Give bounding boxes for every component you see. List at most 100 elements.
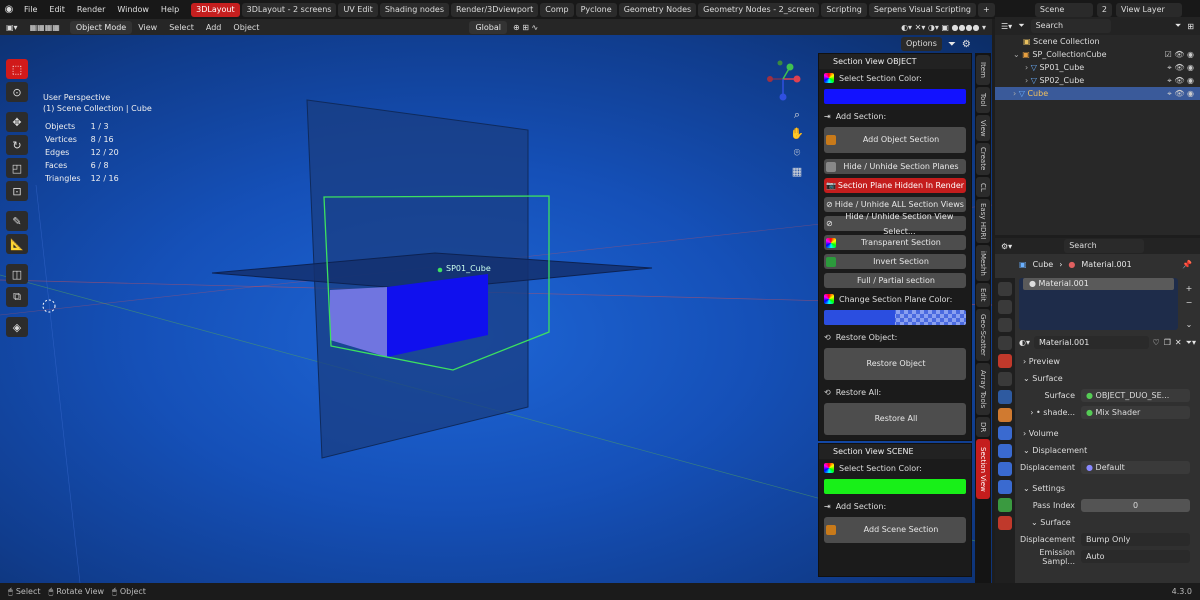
section-surface[interactable]: ⌄ Surface bbox=[1017, 370, 1200, 387]
menu-window[interactable]: Window bbox=[111, 5, 155, 14]
workspace-tab-geometry-nodes-2[interactable]: Geometry Nodes - 2_screen bbox=[698, 2, 820, 17]
orientation-dropdown[interactable]: Global bbox=[469, 20, 507, 34]
editor-type-icon[interactable]: ▣▾ bbox=[0, 23, 24, 32]
plane-hidden-render-button[interactable]: 📷 Section Plane Hidden In Render bbox=[824, 178, 966, 193]
shader-menu-icon[interactable]: ⏷▾ bbox=[1186, 338, 1196, 348]
tab-dr[interactable]: DR bbox=[976, 417, 990, 437]
add-slot-button[interactable]: + bbox=[1182, 282, 1196, 296]
editor-type-icon[interactable]: ☰▾ bbox=[1001, 22, 1012, 31]
visibility-icons[interactable]: ⌖ 👁 ◉ bbox=[1167, 87, 1194, 100]
filter-icon[interactable]: ⏷ bbox=[1018, 21, 1024, 31]
pivot-snap-icons[interactable]: ⊕ ⊞ ∿ bbox=[507, 23, 544, 32]
menu-object[interactable]: Object bbox=[227, 23, 265, 32]
outliner-search[interactable]: Search bbox=[1030, 19, 1111, 33]
section-settings[interactable]: ⌄ Settings bbox=[1017, 480, 1200, 497]
tab-section-view[interactable]: Section View bbox=[976, 439, 990, 499]
pan-hand-icon[interactable]: ✋ bbox=[789, 124, 805, 143]
workspace-add-button[interactable]: + bbox=[977, 2, 995, 17]
tab-create[interactable]: Create bbox=[976, 143, 990, 175]
material-tab-icon[interactable] bbox=[998, 516, 1012, 530]
section-settings-surface[interactable]: ⌄ Surface bbox=[1017, 514, 1200, 531]
constraints-tab-icon[interactable] bbox=[998, 480, 1012, 494]
section-preview[interactable]: › Preview bbox=[1017, 353, 1200, 370]
zoom-icon[interactable]: ⌕ bbox=[789, 105, 805, 124]
workspace-tab-serpens[interactable]: Serpens Visual Scripting bbox=[868, 2, 976, 17]
tab-view[interactable]: View bbox=[976, 115, 990, 141]
cursor-icon[interactable]: ⊙ bbox=[6, 82, 28, 102]
section-volume[interactable]: › Volume bbox=[1017, 425, 1200, 442]
full-partial-button[interactable]: Full / Partial section bbox=[824, 273, 966, 288]
tab-easy-hdri[interactable]: Easy HDRI bbox=[976, 199, 990, 243]
filter-icon[interactable]: ⏷ bbox=[948, 39, 956, 50]
panel-title[interactable]: Section View SCENE bbox=[819, 444, 971, 459]
menu-view[interactable]: View bbox=[132, 23, 163, 32]
workspace-tab-shading-nodes[interactable]: Shading nodes bbox=[379, 2, 449, 17]
particles-tab-icon[interactable] bbox=[998, 444, 1012, 458]
section-displacement[interactable]: ⌄ Displacement bbox=[1017, 442, 1200, 459]
displacement-field[interactable]: ● Default bbox=[1081, 461, 1190, 474]
add-cube-icon[interactable]: ◫ bbox=[6, 264, 28, 284]
menu-select[interactable]: Select bbox=[163, 23, 200, 32]
invert-section-button[interactable]: Invert Section bbox=[824, 254, 966, 269]
add-scene-section-button[interactable]: Add Scene Section bbox=[824, 517, 966, 543]
scale-icon[interactable]: ◰ bbox=[6, 158, 28, 178]
unlink-icon[interactable]: ✕ bbox=[1175, 338, 1182, 347]
restore-object-button[interactable]: Restore Object bbox=[824, 348, 966, 380]
fake-user-icon[interactable]: ♡ bbox=[1153, 338, 1160, 347]
editor-type-icon[interactable]: ⚙▾ bbox=[1001, 242, 1012, 251]
overlay-gizmo-icons[interactable]: ◐▾ ✕▾ ◑▾ ▣ ●●●● ▾ bbox=[895, 23, 992, 32]
outliner-root[interactable]: ▣ Scene Collection bbox=[995, 35, 1200, 48]
workspace-tab-uv-edit[interactable]: UV Edit bbox=[338, 2, 378, 17]
material-slot[interactable]: ● Material.001 bbox=[1023, 278, 1174, 290]
measure-icon[interactable]: 📐 bbox=[6, 234, 28, 254]
annotate-icon[interactable]: ✎ bbox=[6, 211, 28, 231]
slot-menu-icon[interactable]: ⌄ bbox=[1182, 318, 1196, 332]
blender-logo-icon[interactable]: ◉ bbox=[0, 0, 18, 19]
outliner-item[interactable]: ⌄ ▣ SP_CollectionCube ☑ 👁 ◉ bbox=[995, 48, 1200, 61]
visibility-icons[interactable]: ⌖ 👁 ◉ bbox=[1167, 74, 1194, 87]
hide-planes-button[interactable]: Hide / Unhide Section Planes bbox=[824, 159, 966, 174]
scene-field[interactable]: Scene bbox=[1034, 2, 1093, 17]
remove-slot-button[interactable]: − bbox=[1182, 296, 1196, 310]
panel-title[interactable]: Section View OBJECT bbox=[819, 54, 971, 69]
tab-imeshh[interactable]: iMeshh bbox=[976, 245, 990, 281]
workspace-tab-scripting[interactable]: Scripting bbox=[821, 2, 867, 17]
properties-search[interactable]: Search bbox=[1064, 239, 1145, 253]
tab-item[interactable]: Item bbox=[976, 55, 990, 85]
add-collection-icon[interactable]: ⊞ bbox=[1187, 22, 1194, 31]
rotate-icon[interactable]: ↻ bbox=[6, 135, 28, 155]
outliner-item[interactable]: › ▽ SP02_Cube ⌖ 👁 ◉ bbox=[995, 74, 1200, 87]
transform-icon[interactable]: ⊡ bbox=[6, 181, 28, 201]
object-tab-icon[interactable] bbox=[998, 408, 1012, 422]
menu-render[interactable]: Render bbox=[71, 5, 111, 14]
duplicate-icon[interactable]: ❐ bbox=[1164, 338, 1171, 347]
workspace-tab-pyclone[interactable]: Pyclone bbox=[575, 2, 617, 17]
camera-icon[interactable]: ⌾ bbox=[789, 143, 805, 162]
menu-edit[interactable]: Edit bbox=[43, 5, 71, 14]
disp-method-dropdown[interactable]: Bump Only bbox=[1081, 533, 1190, 546]
tab-tool[interactable]: Tool bbox=[976, 87, 990, 113]
material-browse-icon[interactable]: ◐▾ bbox=[1019, 338, 1030, 347]
material-slot-list[interactable]: ● Material.001 bbox=[1019, 278, 1178, 330]
world-tab-icon[interactable] bbox=[998, 372, 1012, 386]
material-name-field[interactable]: Material.001 bbox=[1034, 336, 1149, 349]
visibility-icons[interactable]: ☑ 👁 ◉ bbox=[1165, 48, 1194, 61]
surface-field[interactable]: ● OBJECT_DUO_SE... bbox=[1081, 389, 1190, 402]
shader-field[interactable]: ● Mix Shader bbox=[1081, 406, 1190, 419]
physics-tab-icon[interactable] bbox=[998, 462, 1012, 476]
workspace-tab-3dlayout-2[interactable]: 3DLayout - 2 screens bbox=[241, 2, 337, 17]
collection-tab-icon[interactable] bbox=[998, 390, 1012, 404]
custom-tool-icon[interactable]: ◈ bbox=[6, 317, 28, 337]
pass-index-field[interactable]: 0 bbox=[1081, 499, 1190, 512]
output-tab-icon[interactable] bbox=[998, 318, 1012, 332]
outliner-item[interactable]: › ▽ SP01_Cube ⌖ 👁 ◉ bbox=[995, 61, 1200, 74]
visibility-icons[interactable]: ⌖ 👁 ◉ bbox=[1167, 61, 1194, 74]
hide-selected-button[interactable]: ⊘ Hide / Unhide Section View Select... bbox=[824, 212, 966, 236]
add-object-section-button[interactable]: Add Object Section bbox=[824, 127, 966, 153]
select-mode-icons[interactable]: ▦▦▦▦ bbox=[24, 23, 66, 32]
data-tab-icon[interactable] bbox=[998, 498, 1012, 512]
tab-array-tools[interactable]: Array Tools bbox=[976, 363, 990, 415]
add-object-icon[interactable]: ⧉ bbox=[6, 287, 28, 307]
view-layer-field[interactable]: View Layer bbox=[1116, 2, 1182, 17]
workspace-tab-geometry-nodes[interactable]: Geometry Nodes bbox=[618, 2, 697, 17]
